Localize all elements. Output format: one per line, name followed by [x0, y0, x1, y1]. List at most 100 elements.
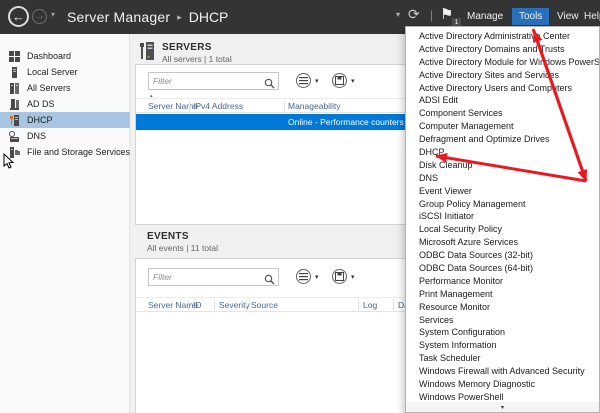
search-icon[interactable] [264, 272, 275, 290]
column-ipv4-address[interactable]: IPv4 Address [193, 101, 243, 111]
query-caret-icon[interactable]: ▾ [315, 273, 319, 281]
column-source[interactable]: Source [251, 300, 278, 310]
menu-scroll-down-button[interactable]: ▾ [406, 402, 599, 412]
all-servers-icon [9, 83, 20, 94]
app-title: Server Manager [67, 9, 170, 25]
menu-tools[interactable]: Tools [512, 8, 549, 25]
save-icon [335, 272, 344, 281]
sidebar-label: DHCP [27, 115, 53, 125]
tools-menu-item[interactable]: Component Services [406, 107, 599, 120]
tools-dropdown-menu: Active Directory Administrative Center A… [405, 26, 600, 413]
servers-panel-subtitle: All servers | 1 total [162, 54, 232, 64]
tools-menu-item[interactable]: Services [406, 314, 599, 327]
breadcrumb-separator-icon: ▸ [177, 12, 182, 23]
sidebar-label: All Servers [27, 83, 71, 93]
tools-menu-item[interactable]: Event Viewer [406, 185, 599, 198]
sidebar-label: DNS [27, 131, 46, 141]
events-heading: EVENTS All events | 11 total [147, 231, 218, 253]
query-list-button[interactable] [296, 269, 311, 284]
scroll-down-caret-icon: ▾ [501, 404, 504, 411]
tools-menu-item[interactable]: Resource Monitor [406, 301, 599, 314]
tools-menu-item[interactable]: Microsoft Azure Services [406, 236, 599, 249]
save-icon [335, 76, 344, 85]
refresh-icon[interactable]: ⟳ [408, 6, 420, 23]
column-divider [284, 101, 285, 112]
sidebar-item-ad-ds[interactable]: AD DS [0, 96, 130, 112]
tools-menu-item[interactable]: DNS [406, 172, 599, 185]
forward-arrow-icon: → [35, 11, 45, 22]
tools-menu-item[interactable]: System Information [406, 339, 599, 352]
save-query-button[interactable] [332, 73, 347, 88]
query-list-button[interactable] [296, 73, 311, 88]
tools-menu-item[interactable]: Task Scheduler [406, 352, 599, 365]
tools-menu-item[interactable]: Computer Management [406, 120, 599, 133]
column-manageability[interactable]: Manageability [288, 101, 340, 111]
tools-menu-item[interactable]: Active Directory Sites and Services [406, 69, 599, 82]
events-panel-title: EVENTS [147, 231, 218, 242]
tools-menu-item[interactable]: Performance Monitor [406, 275, 599, 288]
expand-chevron-icon[interactable]: ▷ [119, 149, 124, 156]
column-divider [214, 300, 215, 311]
save-caret-icon[interactable]: ▾ [351, 77, 355, 85]
nav-history-caret-icon[interactable]: ▾ [51, 10, 55, 19]
column-divider [393, 300, 394, 311]
dhcp-icon [9, 115, 20, 126]
tools-menu-item[interactable]: ODBC Data Sources (64-bit) [406, 262, 599, 275]
tools-menu-item[interactable]: ADSI Edit [406, 94, 599, 107]
menu-help[interactable]: Help [577, 8, 600, 25]
column-divider [358, 300, 359, 311]
sidebar-label: File and Storage Services [27, 147, 130, 157]
dns-icon [9, 131, 20, 142]
refresh-dropdown-caret-icon[interactable]: ▾ [396, 10, 400, 19]
sidebar-item-dns[interactable]: DNS [0, 128, 130, 144]
events-panel-subtitle: All events | 11 total [147, 243, 218, 253]
save-caret-icon[interactable]: ▾ [351, 273, 355, 281]
column-server-name[interactable]: Server Name [148, 300, 198, 310]
tools-menu-item[interactable]: Print Management [406, 288, 599, 301]
page-title: DHCP [189, 9, 229, 25]
tools-menu-item[interactable]: Group Policy Management [406, 198, 599, 211]
sidebar-item-file-storage-services[interactable]: File and Storage Services ▷ [0, 144, 130, 160]
tools-menu-item[interactable]: ODBC Data Sources (32-bit) [406, 249, 599, 262]
sidebar-item-all-servers[interactable]: All Servers [0, 80, 130, 96]
sidebar-item-dhcp[interactable]: DHCP [0, 112, 130, 128]
back-arrow-icon: ← [12, 9, 25, 24]
list-icon [299, 76, 308, 85]
mouse-cursor [3, 153, 15, 170]
cell-manageability: Online - Performance counters not [288, 117, 418, 127]
servers-filter-box [148, 72, 279, 90]
menu-manage[interactable]: Manage [460, 8, 510, 25]
query-caret-icon[interactable]: ▾ [315, 77, 319, 85]
search-icon[interactable] [264, 76, 275, 94]
dashboard-icon [9, 51, 20, 62]
tools-menu-item[interactable]: Defragment and Optimize Drives [406, 133, 599, 146]
tools-menu-item[interactable]: System Configuration [406, 326, 599, 339]
column-log[interactable]: Log [363, 300, 377, 310]
topbar-separator: | [430, 8, 433, 22]
forward-button[interactable]: → [32, 9, 47, 24]
tools-menu-item[interactable]: Windows Memory Diagnostic [406, 378, 599, 391]
tools-menu-item[interactable]: Active Directory Module for Windows Powe… [406, 56, 599, 69]
servers-filter-input[interactable] [149, 73, 261, 89]
breadcrumb: Server Manager ▸ DHCP [67, 0, 228, 34]
back-button[interactable]: ← [8, 6, 29, 27]
events-filter-input[interactable] [149, 269, 261, 285]
tools-menu-item-dhcp[interactable]: DHCP [406, 146, 599, 159]
column-divider [188, 300, 189, 311]
tools-menu-item[interactable]: Local Security Policy [406, 223, 599, 236]
tools-menu-item[interactable]: Active Directory Administrative Center [406, 30, 599, 43]
tools-menu-item[interactable]: Active Directory Domains and Trusts [406, 43, 599, 56]
sidebar-item-local-server[interactable]: Local Server [0, 64, 130, 80]
sidebar-label: Dashboard [27, 51, 71, 61]
tools-menu-item[interactable]: Disk Cleanup [406, 159, 599, 172]
sidebar-item-dashboard[interactable]: Dashboard [0, 48, 130, 64]
tools-menu-item[interactable]: iSCSI Initiator [406, 210, 599, 223]
tools-menu-item[interactable]: Windows Firewall with Advanced Security [406, 365, 599, 378]
ad-ds-icon [9, 99, 20, 110]
column-server-name[interactable]: Server Name [148, 101, 198, 111]
column-id[interactable]: ID [193, 300, 202, 310]
events-filter-box [148, 268, 279, 286]
tools-menu-items: Active Directory Administrative Center A… [406, 30, 599, 404]
tools-menu-item[interactable]: Active Directory Users and Computers [406, 82, 599, 95]
save-query-button[interactable] [332, 269, 347, 284]
